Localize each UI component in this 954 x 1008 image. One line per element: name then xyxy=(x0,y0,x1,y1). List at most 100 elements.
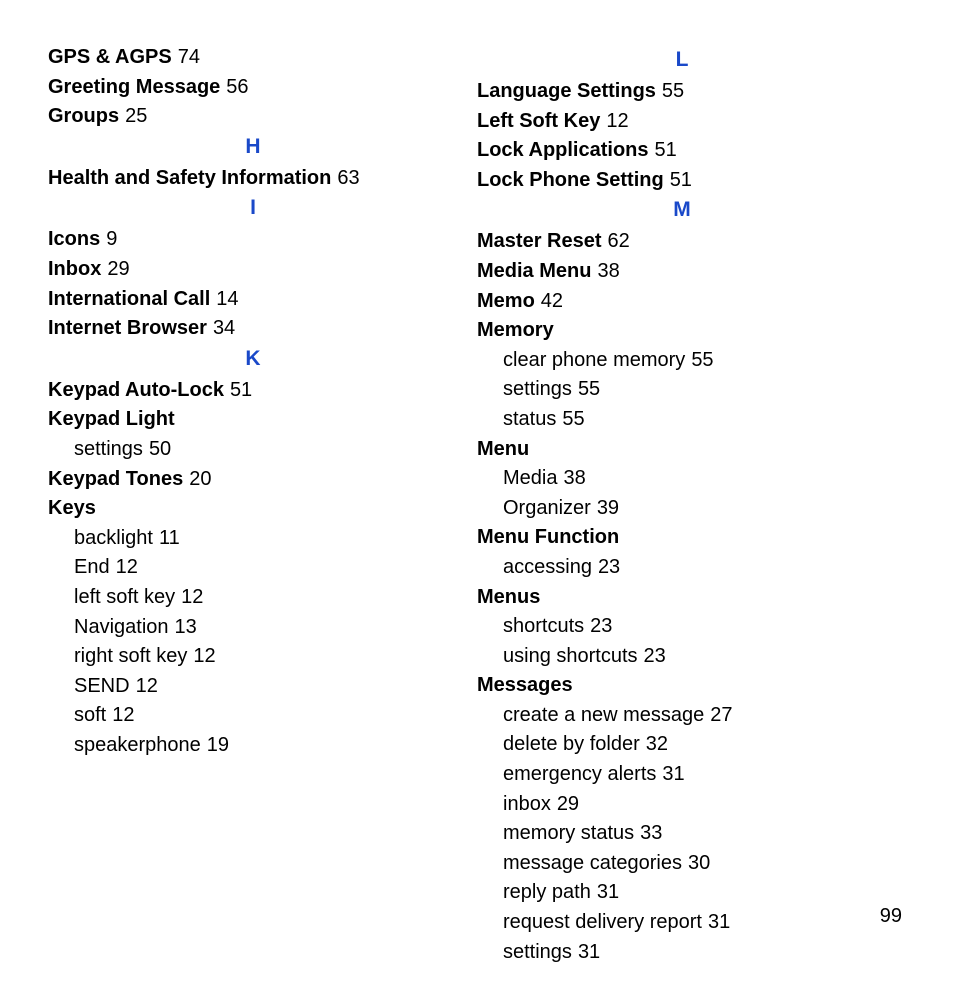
index-subentry: shortcuts23 xyxy=(477,613,906,641)
index-entry-page: 51 xyxy=(230,379,252,401)
index-subentry: clear phone memory55 xyxy=(477,347,906,375)
index-subentry-page: 23 xyxy=(644,645,666,667)
index-entry: Internet Browser34 xyxy=(48,315,453,343)
index-subentry-text: accessing xyxy=(503,556,592,578)
index-section-letter: L xyxy=(477,48,887,72)
index-entry-term: Groups xyxy=(48,105,119,127)
index-entry: Left Soft Key 12 xyxy=(477,108,906,136)
index-entry: Lock Phone Setting 51 xyxy=(477,167,906,195)
index-subentry: using shortcuts23 xyxy=(477,643,906,671)
section-letter-text: H xyxy=(245,135,260,158)
index-subentry-page: 12 xyxy=(181,586,203,608)
index-entry: Icons9 xyxy=(48,226,453,254)
index-subentry-text: delete by folder xyxy=(503,733,640,755)
index-section-letter: I xyxy=(48,196,458,220)
index-column-left: GPS & AGPS74Greeting Message56Groups25HH… xyxy=(48,44,477,968)
index-entry-term: International Call xyxy=(48,288,210,310)
index-entry-page: 51 xyxy=(655,139,677,161)
index-subentry: right soft key12 xyxy=(48,643,453,671)
index-section-letter: M xyxy=(477,198,887,222)
index-entry-term: Media Menu xyxy=(477,260,591,282)
index-subentry-page: 31 xyxy=(662,763,684,785)
index-entry-page: 25 xyxy=(125,105,147,127)
index-entry-term: Left Soft Key xyxy=(477,110,600,132)
index-subentry-text: clear phone memory xyxy=(503,349,685,371)
index-entry: Groups 25 xyxy=(48,103,453,131)
index-subentry-page: 13 xyxy=(175,616,197,638)
index-subentry-page: 31 xyxy=(578,941,600,963)
index-entry-term: Keys xyxy=(48,497,96,519)
index-entry: International Call 14 xyxy=(48,286,453,314)
index-subentry-page: 33 xyxy=(640,822,662,844)
index-subentry: speakerphone19 xyxy=(48,732,453,760)
index-entry: Master Reset62 xyxy=(477,228,906,256)
index-entry: Menus xyxy=(477,584,906,612)
index-entry-page: 12 xyxy=(606,110,628,132)
index-subentry-text: Organizer xyxy=(503,497,591,519)
index-subentry-text: settings xyxy=(503,941,572,963)
index-entry: Inbox29 xyxy=(48,256,453,284)
index-subentry: memory status33 xyxy=(477,820,906,848)
index-entry-page: 63 xyxy=(337,167,359,189)
index-subentry-page: 30 xyxy=(688,852,710,874)
index-subentry: End12 xyxy=(48,554,453,582)
index-subentry-text: left soft key xyxy=(74,586,175,608)
index-entry-page: 29 xyxy=(107,258,129,280)
index-subentry-text: inbox xyxy=(503,793,551,815)
page-number: 99 xyxy=(880,905,902,928)
index-section-letter: K xyxy=(48,347,458,371)
index-entry-term: Memory xyxy=(477,319,554,341)
index-subentry: Media 38 xyxy=(477,465,906,493)
index-subentry-text: create a new message xyxy=(503,704,704,726)
index-subentry-text: settings xyxy=(503,378,572,400)
index-subentry-page: 55 xyxy=(562,408,584,430)
index-entry: Greeting Message56 xyxy=(48,74,453,102)
index-entry-term: Health and Safety Information xyxy=(48,167,331,189)
index-subentry: accessing 23 xyxy=(477,554,906,582)
index-entry-page: 14 xyxy=(216,288,238,310)
index-entry-term: Messages xyxy=(477,674,573,696)
index-entry-term: Menu Function xyxy=(477,526,619,548)
index-entry-page: 74 xyxy=(178,46,200,68)
index-subentry-page: 12 xyxy=(112,704,134,726)
index-subentry: soft 12 xyxy=(48,702,453,730)
index-subentry: reply path31 xyxy=(477,879,906,907)
index-subentry: create a new message 27 xyxy=(477,702,906,730)
index-entry: Media Menu38 xyxy=(477,258,906,286)
index-section-letter: H xyxy=(48,135,458,159)
index-subentry-page: 39 xyxy=(597,497,619,519)
index-entry: Health and Safety Information 63 xyxy=(48,165,453,193)
index-entry-term: Greeting Message xyxy=(48,76,220,98)
index-entry-term: Menu xyxy=(477,438,529,460)
index-subentry: settings 55 xyxy=(477,376,906,404)
index-entry-term: Memo xyxy=(477,290,535,312)
index-entry-term: Keypad Light xyxy=(48,408,175,430)
index-subentry: delete by folder 32 xyxy=(477,731,906,759)
index-entry: Messages xyxy=(477,672,906,700)
index-subentry-page: 32 xyxy=(646,733,668,755)
index-subentry-text: settings xyxy=(74,438,143,460)
index-entry-term: Lock Phone Setting xyxy=(477,169,664,191)
index-subentry-page: 55 xyxy=(578,378,600,400)
index-subentry-page: 27 xyxy=(710,704,732,726)
index-subentry-page: 23 xyxy=(598,556,620,578)
index-subentry: SEND12 xyxy=(48,673,453,701)
index-subentry-text: soft xyxy=(74,704,106,726)
index-entry: Menu Function xyxy=(477,524,906,552)
index-subentry-text: Media xyxy=(503,467,557,489)
index-entry: Memory xyxy=(477,317,906,345)
index-subentry-text: emergency alerts xyxy=(503,763,656,785)
index-subentry-page: 12 xyxy=(116,556,138,578)
index-subentry: message categories30 xyxy=(477,850,906,878)
index-subentry: Organizer 39 xyxy=(477,495,906,523)
index-subentry-page: 38 xyxy=(563,467,585,489)
section-letter-text: K xyxy=(245,347,260,370)
index-subentry: backlight11 xyxy=(48,525,453,553)
index-entry-page: 20 xyxy=(189,468,211,490)
index-entry-page: 34 xyxy=(213,317,235,339)
index-subentry-page: 12 xyxy=(136,675,158,697)
index-entry-page: 51 xyxy=(670,169,692,191)
index-subentry: inbox 29 xyxy=(477,791,906,819)
index-subentry-page: 29 xyxy=(557,793,579,815)
index-subentry-text: request delivery report xyxy=(503,911,702,933)
